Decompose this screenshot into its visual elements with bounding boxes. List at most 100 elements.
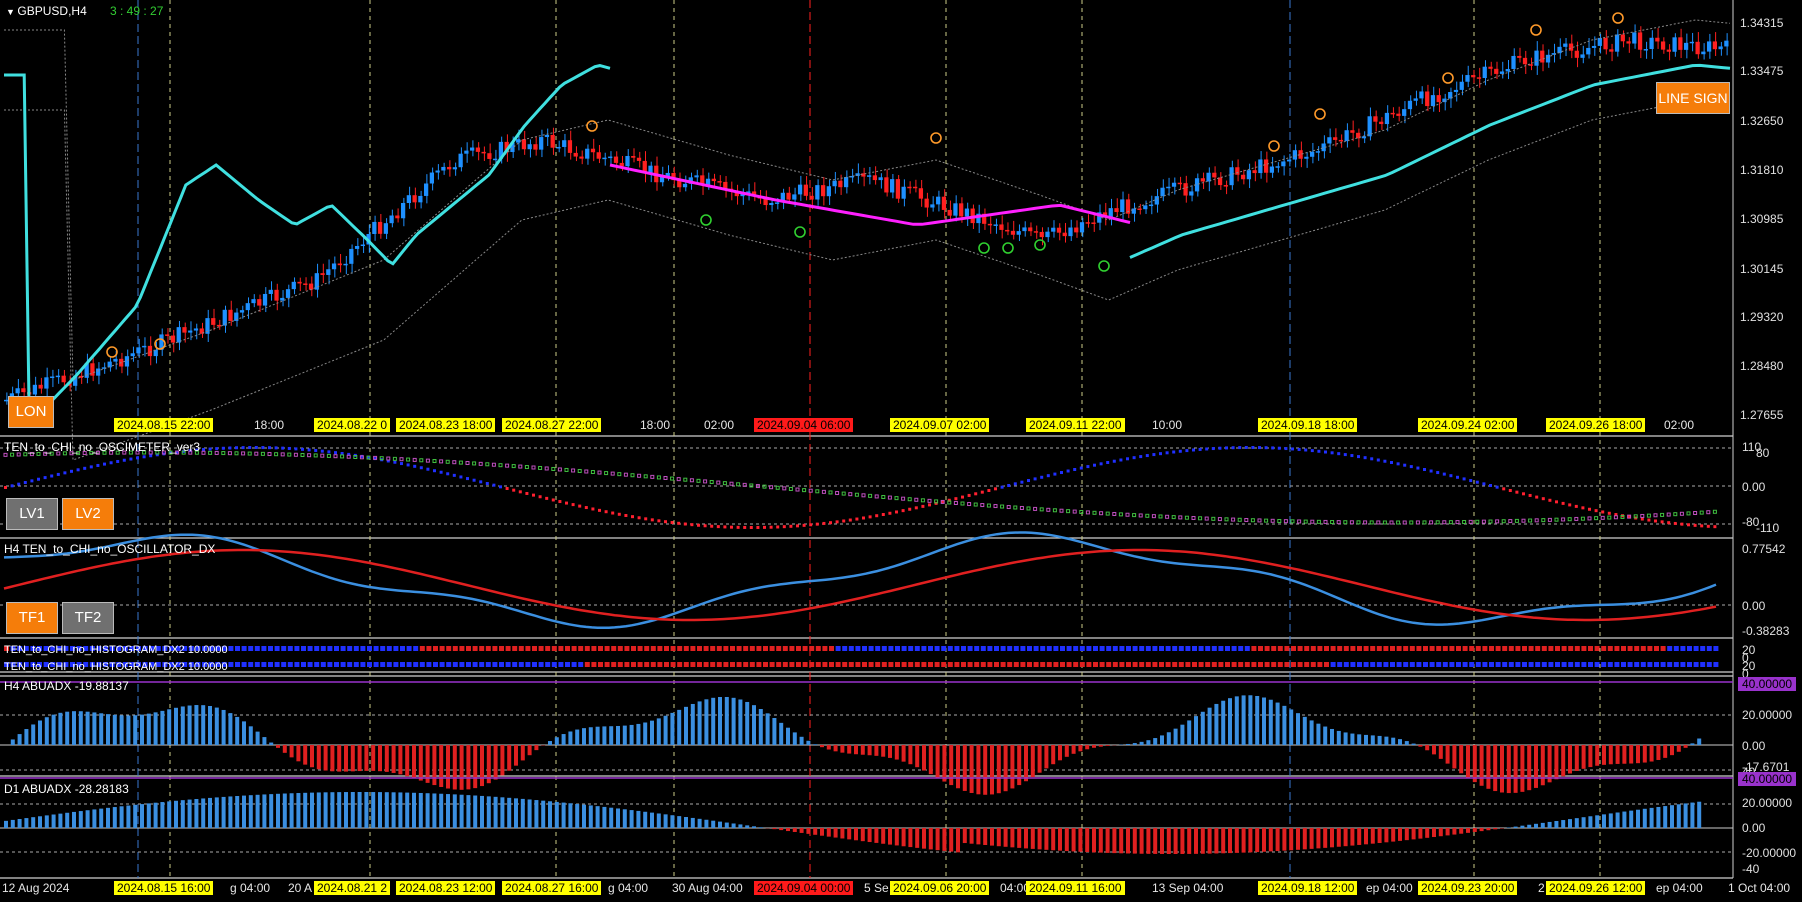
candle-body xyxy=(527,144,532,150)
histogram-cell xyxy=(657,646,663,651)
histogram-cell xyxy=(274,662,280,667)
adx-bar xyxy=(1479,745,1484,786)
osc-dot xyxy=(234,451,239,456)
adx-bar xyxy=(323,745,328,771)
candle-body xyxy=(590,148,596,153)
histogram-cell xyxy=(373,646,379,651)
adx-bar xyxy=(962,745,967,791)
osc-dot xyxy=(881,513,885,517)
adx-bar xyxy=(1472,828,1477,832)
adx-bar xyxy=(1330,728,1334,745)
adx-bar xyxy=(1642,808,1647,828)
adx-bar xyxy=(31,817,36,828)
osc-dot xyxy=(1448,520,1453,525)
candle-body xyxy=(1068,227,1073,237)
osc-dot xyxy=(280,452,285,457)
adx-bar xyxy=(684,817,688,828)
osc-dot xyxy=(1594,516,1599,521)
histogram-cell xyxy=(518,646,524,651)
adx-bar xyxy=(248,726,253,745)
osc-dot xyxy=(1257,518,1262,523)
osc-dot xyxy=(1660,512,1665,517)
osc-dot xyxy=(934,499,939,504)
osc-dot xyxy=(340,454,345,459)
adx-bar xyxy=(935,828,940,851)
osc-dot xyxy=(1238,446,1242,450)
candle-body xyxy=(682,183,688,188)
adx-bar xyxy=(1513,745,1518,793)
osc-dot xyxy=(683,522,687,526)
osc-dot xyxy=(492,483,496,487)
adx-bar xyxy=(1336,828,1341,847)
lv2-button[interactable]: LV2 xyxy=(62,498,114,530)
candle-body xyxy=(32,384,38,395)
candle-body xyxy=(481,151,486,154)
line-sign-button[interactable]: LINE SIGN xyxy=(1656,82,1730,114)
adx-bar xyxy=(1166,828,1171,854)
chart-canvas[interactable] xyxy=(0,0,1802,902)
candle-body xyxy=(1189,191,1194,196)
adx-bar xyxy=(1194,828,1198,854)
adx-bar xyxy=(119,715,124,745)
osc-dot xyxy=(379,456,384,461)
histogram-cell xyxy=(888,646,894,651)
osc-dot xyxy=(953,500,958,505)
candle-body xyxy=(1292,150,1297,160)
adx-bar xyxy=(758,709,763,745)
histogram-cell xyxy=(1667,662,1673,667)
adx-bar xyxy=(44,815,49,828)
histogram-cell xyxy=(1007,646,1013,651)
histogram-cell xyxy=(1502,662,1508,667)
histogram-cell xyxy=(855,662,861,667)
osc-dot xyxy=(1231,517,1236,522)
histogram-cell xyxy=(776,646,782,651)
adx-bar xyxy=(1024,828,1028,849)
candle-body xyxy=(308,283,314,290)
histogram-cell xyxy=(439,662,445,667)
candle-body xyxy=(1281,161,1286,167)
price-label: 1.29320 xyxy=(1740,310,1784,324)
adx-bar xyxy=(1268,828,1273,852)
candle-body xyxy=(1005,229,1010,232)
adx-bar xyxy=(1058,745,1062,761)
adx-bar xyxy=(439,793,444,828)
histogram-cell xyxy=(1548,662,1554,667)
candle-body xyxy=(809,195,814,200)
tf1-button[interactable]: TF1 xyxy=(6,602,58,634)
osc-dot xyxy=(967,493,971,497)
osc-dot xyxy=(1456,475,1459,479)
adx-bar xyxy=(690,817,695,828)
histogram-cell xyxy=(1436,646,1442,651)
osc-dot xyxy=(1475,480,1479,484)
histogram-cell xyxy=(360,646,366,651)
histogram-cell xyxy=(947,662,953,667)
histogram-cell xyxy=(743,646,749,651)
adx-bar xyxy=(724,822,729,828)
histogram-cell xyxy=(1211,662,1217,667)
histogram-cell xyxy=(1093,662,1098,667)
osc-dot xyxy=(1607,511,1611,515)
osc-dot xyxy=(1706,510,1711,515)
osc-dot xyxy=(842,519,846,523)
osc-dot xyxy=(986,503,991,508)
dropdown-triangle-icon[interactable]: ▼ xyxy=(6,7,17,17)
osc-dot xyxy=(756,525,760,529)
histogram-cell xyxy=(248,646,254,651)
adx-bar xyxy=(153,802,158,828)
candle-body xyxy=(1286,159,1292,162)
lv1-button[interactable]: LV1 xyxy=(6,498,58,530)
lon-button[interactable]: LON xyxy=(8,396,54,428)
adx-bar xyxy=(711,697,716,745)
adx-bar xyxy=(867,745,872,756)
adx-bar xyxy=(915,828,920,848)
histogram-cell xyxy=(1535,662,1541,667)
tf2-button[interactable]: TF2 xyxy=(62,602,114,634)
histogram-cell xyxy=(1568,662,1574,667)
osc-dot xyxy=(1079,466,1083,470)
candle-body xyxy=(567,140,573,153)
adx-bar xyxy=(1683,745,1688,748)
adx-bar xyxy=(1289,828,1294,851)
osc-dot xyxy=(782,525,786,529)
candle-body xyxy=(274,289,279,301)
osc-dot xyxy=(690,523,694,527)
